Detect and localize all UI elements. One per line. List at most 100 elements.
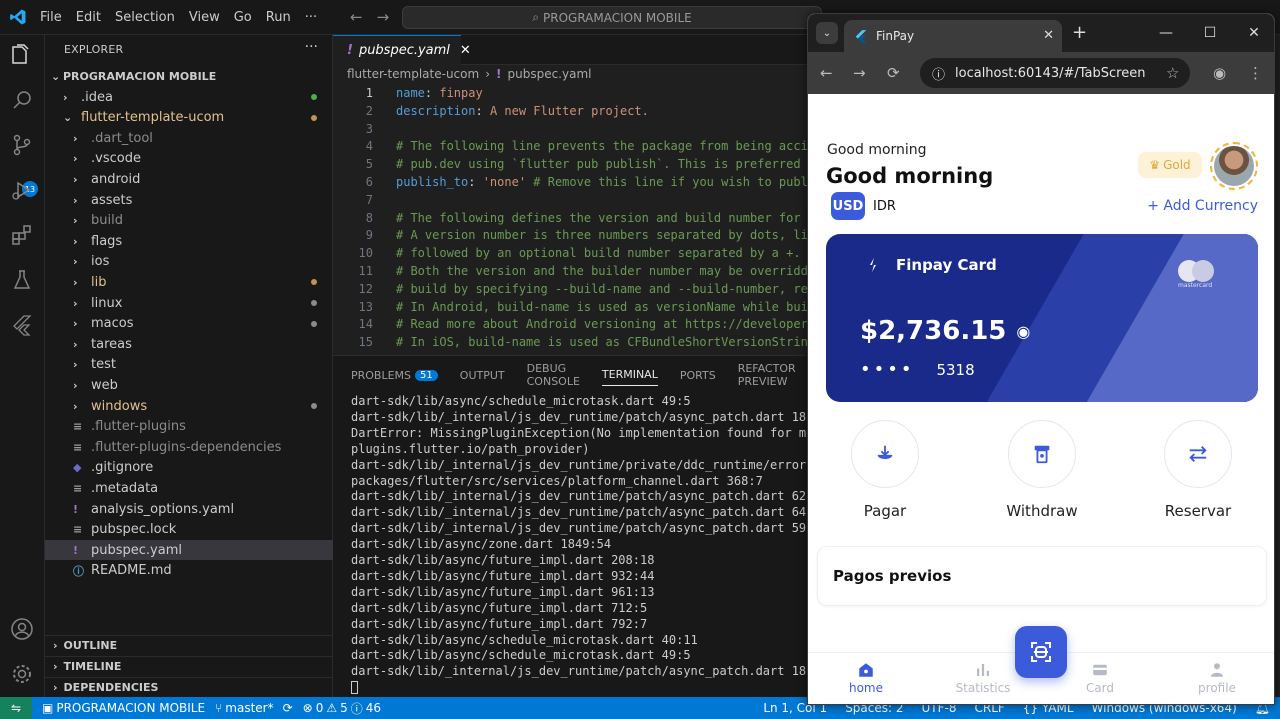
tree-folder[interactable]: › linux [45,293,333,313]
editor-tab-pubspec[interactable]: ! pubspec.yaml ✕ [333,35,471,65]
minimize-icon[interactable]: — [1144,25,1188,41]
previous-payments-card[interactable]: Pagos previos [817,546,1267,606]
panel-tab[interactable]: PROBLEMS 51 [351,364,438,386]
sync-icon[interactable]: ⟳ [283,701,293,715]
panel-tab[interactable]: DEBUG CONSOLE [527,362,580,388]
tree-folder[interactable]: › .dart_tool [45,128,333,148]
close-icon[interactable]: ✕ [460,43,471,58]
panel-tab[interactable]: REFACTOR PREVIEW [738,362,796,388]
nav-card[interactable]: Card [1065,659,1135,695]
back-icon[interactable]: ← [820,64,833,82]
tree-folder[interactable]: ⌄ flutter-template-ucom [45,108,333,128]
panel-tab[interactable]: OUTPUT [460,364,505,386]
reload-icon[interactable]: ⟳ [887,64,900,82]
chevron-right-icon: › [63,90,68,104]
explorer-icon[interactable] [6,41,34,69]
status-project[interactable]: ▣ PROGRAMACION MOBILE [42,701,205,715]
extensions-icon[interactable] [8,221,36,249]
editor-tabs: ! pubspec.yaml ✕ [333,35,808,65]
terminal[interactable]: dart-sdk/lib/async/schedule_microtask.da… [351,394,811,694]
code-editor[interactable]: 1 name: finpay 2 description: A new Flutter… [333,86,808,356]
back-arrow-icon[interactable]: ← [350,8,363,26]
avatar[interactable] [1210,142,1258,190]
run-debug-icon[interactable] [8,176,36,204]
scan-button[interactable] [1015,626,1067,678]
profile-icon[interactable]: ◉ [1213,64,1226,82]
nav-home[interactable]: home [831,659,901,695]
tree-file[interactable]: ⓘ README.md [45,561,333,581]
add-currency-button[interactable]: + Add Currency [1147,198,1258,214]
tree-item-label: .flutter-plugins [91,419,186,435]
git-status-dot [311,403,317,409]
tab-search-icon[interactable]: ⌄ [816,22,838,44]
forward-arrow-icon[interactable]: → [377,8,390,26]
close-window-icon[interactable]: ✕ [1232,25,1274,41]
workspace-root[interactable]: ⌄ PROGRAMACION MOBILE [45,66,333,86]
status-problems[interactable]: ⊗ 0 ⚠ 5 ⓘ 46 [303,700,381,717]
tree-file[interactable]: ≡ .flutter-plugins [45,417,333,437]
eye-hidden-icon[interactable]: ◉ [1016,322,1030,341]
tree-file[interactable]: ≡ pubspec.lock [45,520,333,540]
action-withdraw[interactable]: Withdraw [997,420,1087,520]
tree-folder[interactable]: › macos [45,314,333,334]
panel-tab[interactable]: TERMINAL [601,364,658,386]
tree-file[interactable]: ≡ .metadata [45,478,333,498]
status-branch[interactable]: ⑂ master* ⟳ [215,701,293,715]
menu-item[interactable]: Edit [76,10,101,25]
flutter-icon[interactable] [8,311,36,339]
line-number: 7 [365,192,373,207]
command-center[interactable]: ⌕ PROGRAMACION MOBILE [402,6,822,29]
tree-folder[interactable]: › test [45,355,333,375]
tree-folder[interactable]: › ios [45,252,333,272]
finpay-card[interactable]: Finpay Card mastercard $2,736.15 ◉ •••• … [826,234,1258,402]
maximize-icon[interactable]: ☐ [1188,25,1232,41]
search-activity-icon[interactable] [8,86,36,114]
tree-file[interactable]: ! pubspec.yaml [45,540,333,561]
forward-icon[interactable]: → [853,64,866,82]
testing-icon[interactable] [8,266,36,294]
tree-folder[interactable]: › flags [45,231,333,251]
menu-item[interactable]: Selection [115,10,175,25]
currency-idr[interactable]: IDR [873,199,896,214]
remote-icon[interactable]: ⇋ [0,697,32,719]
breadcrumb-file[interactable]: pubspec.yaml [507,67,591,81]
settings-gear-icon[interactable] [8,660,36,688]
timeline-section[interactable]: › TIMELINE [45,656,333,676]
tree-file[interactable]: ! analysis_options.yaml [45,499,333,519]
new-tab-icon[interactable]: + [1072,22,1087,43]
nav-statistics[interactable]: Statistics [948,659,1018,695]
action-pagar[interactable]: Pagar [840,420,930,520]
account-icon[interactable] [8,615,36,643]
panel-tab[interactable]: PORTS [680,364,716,386]
more-actions-icon[interactable]: ··· [305,39,318,55]
tree-folder[interactable]: › web [45,375,333,395]
address-bar[interactable]: ⓘ localhost:60143/#/TabScreen [920,58,1190,88]
tree-folder[interactable]: › windows [45,396,333,416]
tree-folder[interactable]: › android [45,169,333,189]
bookmark-star-icon[interactable]: ☆ [1166,64,1179,82]
currency-chip-usd[interactable]: USD [831,192,865,220]
menu-item[interactable]: Run [266,10,291,25]
menu-item[interactable]: ··· [305,10,317,25]
tree-folder[interactable]: › tareas [45,334,333,354]
tree-folder[interactable]: › .idea [45,87,333,107]
tree-folder[interactable]: › build [45,211,333,231]
browser-tab-finpay[interactable]: FinPay ✕ [844,20,1062,52]
nav-profile[interactable]: profile [1182,659,1252,695]
source-control-icon[interactable] [8,131,36,159]
dependencies-section[interactable]: › DEPENDENCIES [45,677,333,697]
close-tab-icon[interactable]: ✕ [1043,28,1054,43]
breadcrumb-folder[interactable]: flutter-template-ucom [347,67,479,81]
outline-section[interactable]: › OUTLINE [45,635,333,655]
menu-item[interactable]: View [189,10,220,25]
browser-menu-icon[interactable]: ⋮ [1248,64,1263,82]
tree-folder[interactable]: › .vscode [45,149,333,169]
tree-folder[interactable]: › assets [45,190,333,210]
site-info-icon[interactable]: ⓘ [932,64,945,83]
menu-item[interactable]: File [40,10,62,25]
action-reservar[interactable]: Reservar [1153,420,1243,520]
menu-item[interactable]: Go [234,10,252,25]
tree-file[interactable]: ≡ .flutter-plugins-dependencies [45,437,333,457]
tree-file[interactable]: ◆ .gitignore [45,458,333,478]
tree-folder[interactable]: › lib [45,272,333,292]
